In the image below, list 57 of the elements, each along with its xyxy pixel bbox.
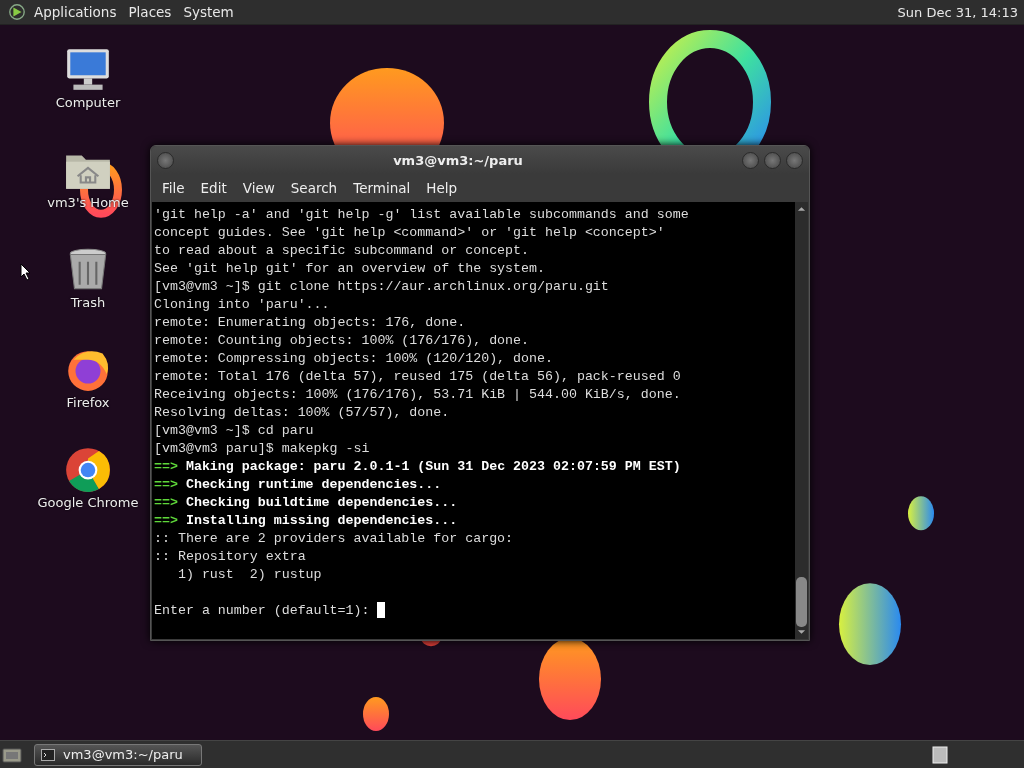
- desktop-icon-label[interactable]: Computer: [55, 95, 121, 110]
- close-button[interactable]: [786, 151, 803, 169]
- taskbar-button[interactable]: vm3@vm3:~/paru: [34, 743, 202, 766]
- menu-logo-icon[interactable]: [8, 3, 26, 21]
- terminal-line: Cloning into 'paru'...: [154, 297, 330, 312]
- desktop-icon-label[interactable]: Google Chrome: [37, 495, 139, 510]
- terminal-line: 1) rust 2) rustup: [176, 567, 322, 582]
- terminal-icon: [41, 748, 55, 761]
- menu-item[interactable]: Edit: [192, 180, 235, 196]
- minimize-button[interactable]: [742, 151, 759, 169]
- scrollbar-thumb[interactable]: [796, 577, 807, 627]
- terminal-line: concept guides. See 'git help <command>' or 'git help <concept>': [154, 225, 665, 240]
- scrollbar[interactable]: [795, 202, 808, 639]
- clock[interactable]: Sun Dec 31, 14:13: [897, 4, 1018, 20]
- terminal-line: Making package: paru 2.0.1-1 (Sun 31 Dec 2023 02:07:59 PM EST): [184, 459, 681, 474]
- terminal-line: Resolving deltas: 100% (57/57), done.: [154, 405, 450, 420]
- menu-item[interactable]: Help: [418, 180, 466, 196]
- terminal-line: See 'git help git' for an overview of the system.: [154, 261, 545, 276]
- arrow-marker: ==>: [154, 459, 178, 474]
- terminal-line: Installing missing dependencies...: [184, 513, 458, 528]
- terminal-line: 'git help -a' and 'git help -g' list available subcommands and some: [154, 207, 689, 222]
- terminal-line: remote: Total 176 (delta 57), reused 175 (delta 56), pack-reused 0: [154, 369, 681, 384]
- terminal-line: [vm3@vm3 ~]$ cd paru: [154, 423, 314, 438]
- maximize-button[interactable]: [764, 151, 781, 169]
- arrow-marker: ==>: [154, 477, 178, 492]
- desktop-icon-label[interactable]: Firefox: [66, 395, 110, 410]
- text-cursor: [377, 602, 386, 619]
- menu-item[interactable]: Search: [282, 180, 346, 196]
- panel-menu[interactable]: Places: [128, 4, 180, 20]
- show-desktop-icon[interactable]: [2, 746, 22, 763]
- terminal-line: to read about a specific subcommand or concept.: [154, 243, 530, 258]
- menu-item[interactable]: View: [234, 180, 283, 196]
- window-menu-button[interactable]: [157, 151, 174, 169]
- desktop-icon-label[interactable]: Trash: [70, 295, 106, 310]
- terminal-line: :: There are 2 providers available for cargo:: [154, 531, 514, 546]
- terminal-line: [vm3@vm3 ~]$ git clone https://aur.archlinux.org/paru.git: [154, 279, 609, 294]
- workspace-switcher-icon[interactable]: [932, 745, 948, 764]
- mouse-pointer-icon: [20, 263, 32, 281]
- scroll-down-icon[interactable]: [797, 629, 806, 635]
- menu-item[interactable]: Terminal: [345, 180, 419, 196]
- arrow-marker: ==>: [154, 513, 178, 528]
- arrow-marker: ==>: [154, 495, 178, 510]
- panel-menu[interactable]: System: [183, 4, 242, 20]
- terminal-line: Receiving objects: 100% (176/176), 53.71 KiB | 544.00 KiB/s, done.: [154, 387, 681, 402]
- window-title: vm3@vm3:~/paru: [392, 152, 524, 168]
- terminal-prompt: Enter a number (default=1):: [154, 603, 371, 618]
- menu-item[interactable]: File: [154, 180, 193, 196]
- panel-menu[interactable]: Applications: [34, 4, 125, 20]
- terminal-line: remote: Compressing objects: 100% (120/120), done.: [154, 351, 553, 366]
- terminal-line: [vm3@vm3 paru]$ makepkg -si: [154, 441, 370, 456]
- terminal-line: Checking runtime dependencies...: [184, 477, 442, 492]
- terminal-line: remote: Counting objects: 100% (176/176), done.: [154, 333, 530, 348]
- terminal-line: remote: Enumerating objects: 176, done.: [154, 315, 466, 330]
- chrome-icon[interactable]: [63, 445, 113, 493]
- terminal-line: :: Repository extra: [154, 549, 306, 564]
- terminal-line: Checking buildtime dependencies...: [184, 495, 458, 510]
- scroll-up-icon[interactable]: [797, 206, 806, 212]
